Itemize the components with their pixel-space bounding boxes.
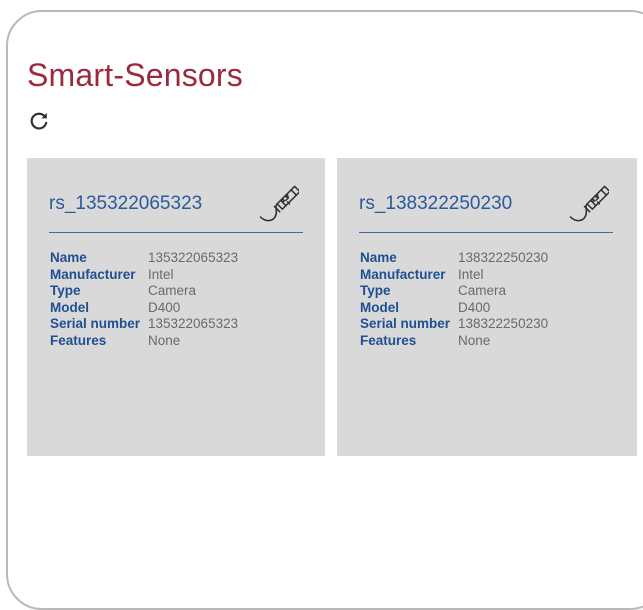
property-value: Intel — [458, 266, 484, 282]
property-label: Features — [50, 332, 107, 348]
property-value: D400 — [458, 299, 491, 315]
property-value: 138322250230 — [458, 316, 549, 331]
property-row: Manufacturer Intel — [360, 267, 548, 284]
property-row: Model D400 — [50, 300, 238, 317]
property-value: 135322065323 — [148, 316, 239, 331]
property-value: None — [458, 332, 491, 348]
property-row: Type Camera — [360, 283, 548, 300]
property-label: Serial number — [360, 316, 451, 331]
property-row: Features None — [360, 333, 548, 350]
property-label: Serial number — [50, 316, 141, 331]
property-value: D400 — [148, 299, 181, 315]
property-row: Serial number 138322250230 — [360, 316, 548, 333]
property-row: Type Camera — [50, 283, 238, 300]
refresh-icon[interactable] — [28, 110, 50, 132]
sensor-properties: Name 138322250230 Manufacturer Intel Typ… — [360, 250, 548, 349]
page-title: Smart-Sensors — [27, 57, 243, 93]
property-label: Model — [50, 299, 89, 315]
property-row: Name 138322250230 — [360, 250, 548, 267]
property-value: 135322065323 — [148, 250, 239, 265]
property-value: Intel — [148, 266, 174, 282]
property-value: 138322250230 — [458, 250, 549, 265]
property-label: Model — [360, 299, 399, 315]
property-row: Model D400 — [360, 300, 548, 317]
sensor-card[interactable]: rs_138322250230 Name 138322250230 Manufa… — [337, 158, 637, 456]
property-label: Name — [360, 250, 397, 265]
property-value: Camera — [458, 283, 507, 298]
property-row: Name 135322065323 — [50, 250, 238, 267]
property-label: Features — [360, 332, 417, 348]
sensor-properties: Name 135322065323 Manufacturer Intel Typ… — [50, 250, 238, 349]
sensor-id: rs_138322250230 — [359, 193, 513, 214]
usb-icon — [569, 185, 609, 222]
property-label: Manufacturer — [360, 266, 446, 282]
sensor-card[interactable]: rs_135322065323 Name 135322065323 Manufa… — [27, 158, 325, 456]
property-row: Manufacturer Intel — [50, 267, 238, 284]
sensor-id: rs_135322065323 — [49, 193, 203, 214]
sensor-card-header: rs_138322250230 — [359, 158, 613, 233]
property-label: Manufacturer — [50, 266, 136, 282]
property-label: Name — [50, 250, 87, 265]
property-row: Features None — [50, 333, 238, 350]
property-value: None — [148, 332, 181, 348]
property-row: Serial number 135322065323 — [50, 316, 238, 333]
property-label: Type — [360, 283, 391, 298]
property-label: Type — [50, 283, 81, 298]
property-value: Camera — [148, 283, 197, 298]
usb-icon — [259, 185, 299, 222]
sensor-card-header: rs_135322065323 — [49, 158, 303, 233]
